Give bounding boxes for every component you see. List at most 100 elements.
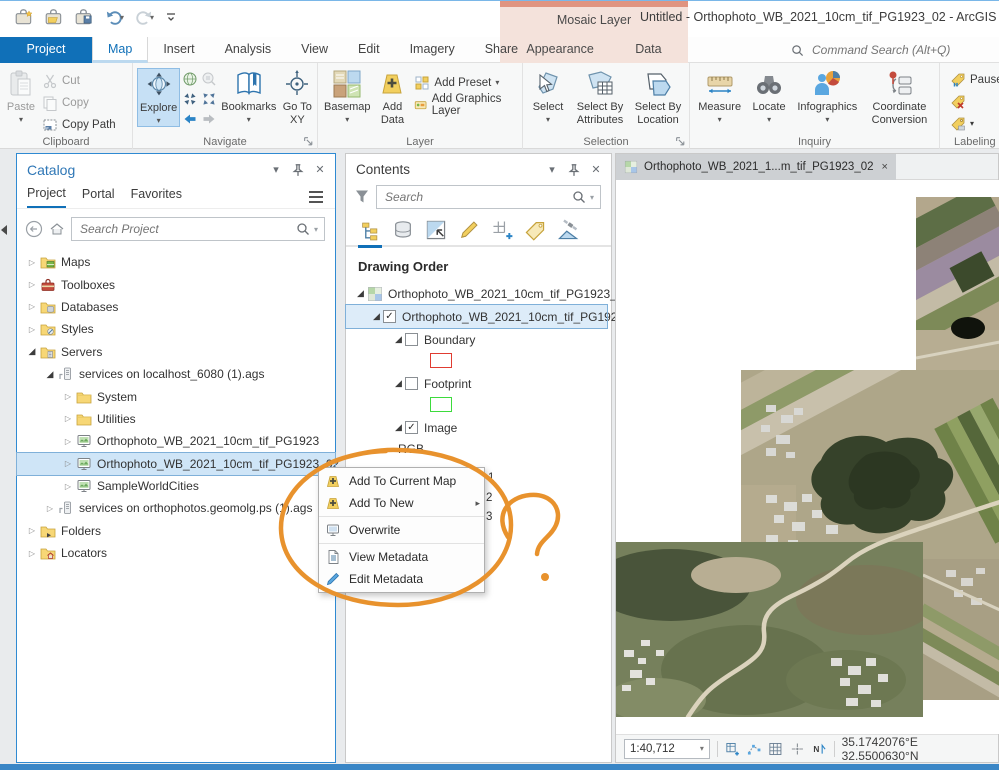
contents-search-box[interactable]: ▾ bbox=[376, 185, 601, 209]
add-data-button[interactable]: Add Data bbox=[374, 68, 410, 127]
copy-button[interactable]: Copy bbox=[40, 92, 118, 113]
undo-caret-icon[interactable]: ▾ bbox=[120, 13, 124, 22]
bookmarks-button[interactable]: Bookmarks▾ bbox=[219, 68, 278, 125]
layer-checkbox-checked[interactable]: ✓ bbox=[405, 421, 418, 434]
tab-map[interactable]: Map bbox=[92, 37, 148, 63]
status-snapping-icon[interactable] bbox=[790, 741, 805, 757]
catalog-tree-item[interactable]: ▷Utilities bbox=[17, 408, 335, 430]
auto-hide-pin-icon[interactable] bbox=[291, 163, 305, 177]
fixed-zoom-in-icon[interactable] bbox=[182, 91, 198, 107]
close-pane-icon[interactable]: ✕ bbox=[589, 163, 603, 177]
measure-button[interactable]: Measure▾ bbox=[694, 68, 745, 125]
menu-item-add-to-current-map[interactable]: Add To Current Map bbox=[319, 470, 484, 492]
fixed-zoom-out-icon[interactable] bbox=[201, 91, 217, 107]
list-by-editing-icon[interactable] bbox=[457, 219, 481, 245]
status-add-icon[interactable] bbox=[725, 741, 740, 757]
menu-item-add-to-new[interactable]: Add To New▸ bbox=[319, 492, 484, 514]
expand-icon[interactable]: ▷ bbox=[61, 482, 75, 491]
catalog-tree-item[interactable]: ▷Folders bbox=[17, 520, 335, 542]
expand-icon[interactable]: ▷ bbox=[61, 459, 75, 468]
auto-hide-pin-icon[interactable] bbox=[567, 163, 581, 177]
contents-search-input[interactable] bbox=[383, 189, 572, 205]
open-project-icon[interactable] bbox=[44, 7, 64, 27]
expand-icon[interactable]: ▷ bbox=[61, 414, 75, 423]
back-icon[interactable] bbox=[25, 220, 43, 238]
select-by-attributes-button[interactable]: Select By Attributes bbox=[571, 68, 629, 127]
catalog-tree-item[interactable]: ▷Orthophoto_WB_2021_10cm_tif_PG1923_02 bbox=[17, 453, 335, 475]
boundary-symbol-swatch[interactable] bbox=[430, 353, 452, 368]
catalog-search-box[interactable]: ▾ bbox=[71, 217, 325, 241]
zoom-to-selection-icon[interactable] bbox=[201, 71, 217, 87]
boundary-row[interactable]: ◢ Boundary bbox=[346, 328, 611, 351]
copy-path-button[interactable]: wCopy Path bbox=[40, 114, 118, 135]
expander-icon[interactable]: ◢ bbox=[354, 288, 367, 299]
catalog-search-input[interactable] bbox=[78, 221, 296, 237]
next-extent-icon[interactable] bbox=[201, 111, 217, 127]
expand-icon[interactable]: ▷ bbox=[25, 526, 39, 535]
search-caret-icon[interactable]: ▾ bbox=[314, 225, 318, 234]
mosaic-layer-row[interactable]: ◢ ✓ Orthophoto_WB_2021_10cm_tif_PG1923 bbox=[346, 305, 607, 328]
catalog-tree-item[interactable]: ▷Databases bbox=[17, 296, 335, 318]
pane-menu-chevron-icon[interactable]: ▾ bbox=[545, 163, 559, 177]
layer-checkbox-unchecked[interactable] bbox=[405, 377, 418, 390]
save-project-icon[interactable] bbox=[74, 7, 94, 27]
filter-icon[interactable] bbox=[354, 188, 370, 206]
cut-button[interactable]: Cut bbox=[40, 70, 118, 91]
new-project-icon[interactable] bbox=[14, 7, 34, 27]
layer-checkbox-unchecked[interactable] bbox=[405, 333, 418, 346]
locate-button[interactable]: Locate▾ bbox=[747, 68, 790, 125]
catalog-tree-item[interactable]: ▷SampleWorldCities bbox=[17, 475, 335, 497]
catalog-tree-item[interactable]: ▷Toolboxes bbox=[17, 273, 335, 295]
menu-item-edit-metadata[interactable]: Edit Metadata bbox=[319, 568, 484, 590]
add-graphics-layer-button[interactable]: Add Graphics Layer bbox=[412, 94, 518, 115]
pane-menu-chevron-icon[interactable]: ▾ bbox=[269, 163, 283, 177]
catalog-tab-project[interactable]: Project bbox=[27, 186, 66, 208]
close-tab-icon[interactable]: × bbox=[882, 161, 888, 173]
go-to-xy-button[interactable]: Go To XY bbox=[280, 68, 314, 127]
collapse-icon[interactable]: ◢ bbox=[25, 346, 39, 357]
redo-button[interactable]: ▾ bbox=[134, 7, 154, 27]
list-by-selection-icon[interactable] bbox=[424, 219, 448, 245]
tab-imagery[interactable]: Imagery bbox=[395, 37, 470, 63]
status-north-icon[interactable]: N bbox=[812, 741, 827, 757]
expander-icon[interactable]: ◢ bbox=[392, 378, 405, 389]
tab-data[interactable]: Data bbox=[620, 37, 676, 63]
catalog-tree-item[interactable]: ▷Orthophoto_WB_2021_10cm_tif_PG1923 bbox=[17, 430, 335, 452]
list-by-data-source-icon[interactable] bbox=[391, 219, 415, 245]
full-extent-icon[interactable] bbox=[182, 71, 198, 87]
expander-icon[interactable]: ◢ bbox=[370, 311, 383, 322]
tab-insert[interactable]: Insert bbox=[148, 37, 209, 63]
label-options-button[interactable]: ▾ bbox=[948, 113, 999, 134]
explore-button[interactable]: Explore▾ bbox=[137, 68, 180, 127]
catalog-tab-favorites[interactable]: Favorites bbox=[131, 187, 182, 207]
search-caret-icon[interactable]: ▾ bbox=[590, 193, 594, 202]
layer-checkbox-checked[interactable]: ✓ bbox=[383, 310, 396, 323]
map-document-tab[interactable]: Orthophoto_WB_2021_1...m_tif_PG1923_02 × bbox=[616, 154, 896, 180]
catalog-tree-item[interactable]: ◢Servers bbox=[17, 341, 335, 363]
dialog-launcher-icon[interactable] bbox=[675, 136, 686, 147]
select-by-location-button[interactable]: Select By Location bbox=[631, 68, 685, 127]
previous-extent-icon[interactable] bbox=[182, 111, 198, 127]
add-preset-button[interactable]: Add Preset▾ bbox=[412, 72, 518, 93]
tab-view[interactable]: View bbox=[286, 37, 343, 63]
paste-button[interactable]: Paste▾ bbox=[4, 68, 38, 125]
command-search-input[interactable] bbox=[810, 42, 980, 58]
catalog-tree-item[interactable]: ◢services on localhost_6080 (1).ags bbox=[17, 363, 335, 385]
map-canvas[interactable] bbox=[616, 180, 999, 734]
status-edit-vertices-icon[interactable] bbox=[747, 741, 762, 757]
expand-icon[interactable]: ▷ bbox=[25, 325, 39, 334]
home-icon[interactable] bbox=[49, 221, 65, 237]
tab-share[interactable]: Share bbox=[470, 37, 533, 63]
image-row[interactable]: ◢ ✓ Image bbox=[346, 416, 611, 439]
expand-icon[interactable]: ▷ bbox=[25, 302, 39, 311]
catalog-tab-portal[interactable]: Portal bbox=[82, 187, 115, 207]
tab-edit[interactable]: Edit bbox=[343, 37, 395, 63]
catalog-tree-item[interactable]: ▷System bbox=[17, 385, 335, 407]
expand-icon[interactable]: ▷ bbox=[43, 504, 57, 513]
map-group-row[interactable]: ◢ Orthophoto_WB_2021_10cm_tif_PG1923_02 bbox=[346, 282, 611, 305]
catalog-tree-item[interactable]: ▷services on orthophotos.geomolg.ps (1).… bbox=[17, 497, 335, 519]
footprint-row[interactable]: ◢ Footprint bbox=[346, 372, 611, 395]
command-search[interactable] bbox=[791, 40, 991, 60]
expand-icon[interactable]: ▷ bbox=[61, 437, 75, 446]
dialog-launcher-icon[interactable] bbox=[303, 136, 314, 147]
